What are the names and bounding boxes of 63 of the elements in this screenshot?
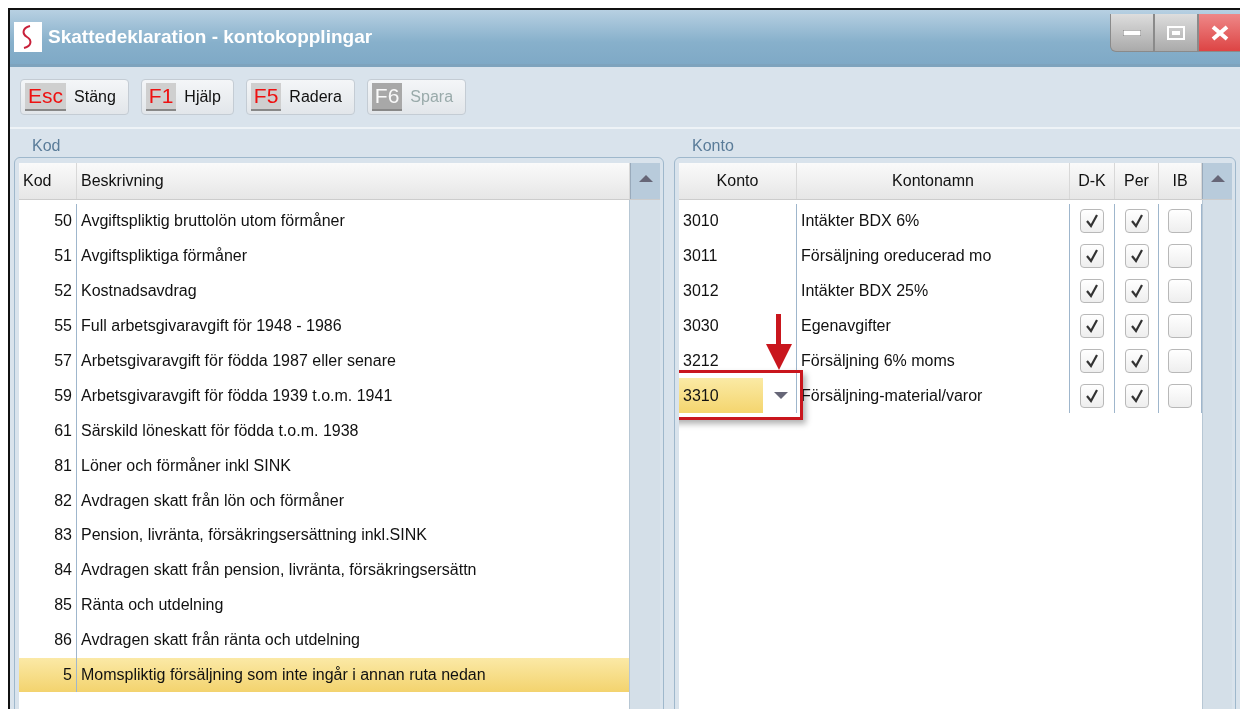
table-cell: 59 [19,378,77,414]
table-row[interactable]: 57 Arbetsgivaravgift för födda 1987 eller senare [19,343,629,379]
table-cell-text: Arbetsgivaravgift för födda 1987 eller senare [80,351,397,371]
table-cell: 5 [19,657,77,693]
column-header[interactable]: D-K [1070,163,1115,199]
table-row[interactable]: 83 Pension, livränta, försäkringsersättning inkl.SINK [19,518,629,553]
column-header[interactable]: Konto [679,163,797,199]
toolbar-button[interactable]: F1 Hjälp [140,79,234,115]
table-cell: Egenavgifter [797,308,1070,344]
table-row[interactable]: 5 Momspliktig försäljning som inte ingår i annan ruta nedan [19,657,629,693]
table-cell-text: Pension, livränta, försäkringsersättning inkl.SINK [80,525,428,546]
table-cell: 3011 [679,238,797,274]
group-title: Konto [692,137,735,156]
table-cell-text: Särskild löneskatt för födda t.o.m. 1938 [80,420,360,441]
table-cell: Intäkter BDX 6% [797,204,1070,239]
table-cell: 55 [19,308,77,344]
toolbar-button[interactable]: Esc Stäng [20,79,129,115]
column-header[interactable]: Per [1115,163,1159,199]
table-cell: 61 [19,413,77,449]
table-cell: 81 [19,448,77,484]
table-cell-text: Momspliktig försäljning som inte ingår i annan ruta nedan [80,665,487,685]
table-row[interactable]: 84 Avdragen skatt från pension, livränta, försäkringsersättn [19,552,629,588]
table-cell: 86 [19,622,77,658]
table-row[interactable]: 85 Ränta och utdelning [19,587,629,623]
table-cell: 50 [19,204,77,239]
account-field[interactable]: 3310 [679,378,763,414]
table-cell: 85 [19,587,77,623]
table-cell: 83 [19,518,77,553]
table-row[interactable]: 86 Avdragen skatt från ränta och utdelning [19,622,629,658]
table-row[interactable]: 59 Arbetsgivaravgift för födda 1939 t.o.m. 1941 [19,378,629,414]
column-header[interactable]: Kod [19,163,77,199]
table-cell-text: Kostnadsavdrag [80,281,198,302]
table-cell: Intäkter BDX 25% [797,273,1070,309]
table-cell-text: Avgiftspliktiga förmåner [80,246,248,267]
table-cell-text: Löner och förmåner inkl SINK [80,455,292,476]
table-cell-text: Avdragen skatt från lön och förmåner [80,490,345,511]
table-cell-text: Ränta och utdelning [80,595,225,616]
table-cell-text: Avgiftspliktig bruttolön utom förmåner [80,211,346,232]
table-row[interactable]: 51 Avgiftspliktiga förmåner [19,238,629,274]
table-cell: Försäljning oreducerad mo [797,238,1070,274]
table-cell: 57 [19,343,77,379]
column-header[interactable]: Kontonamn [797,163,1070,199]
table-cell: 51 [19,238,77,274]
table-cell: 3010 [679,204,797,239]
window-title: Skattedeklaration - kontokopplingar [48,26,373,48]
table-row[interactable]: 82 Avdragen skatt från lön och förmåner [19,483,629,518]
table-row[interactable]: 61 Särskild löneskatt för födda t.o.m. 1938 [19,413,629,449]
table-cell-text: Avdragen skatt från ränta och utdelning [80,630,361,651]
table-cell-text: Avdragen skatt från pension, livränta, försäkringsersättn [80,560,478,581]
table-row[interactable]: 81 Löner och förmåner inkl SINK [19,448,629,484]
table-cell: 82 [19,483,77,518]
table-cell: Försäljning-material/varor [797,378,1070,414]
table-row[interactable]: 55 Full arbetsgivaravgift för 1948 - 1986 [19,308,629,344]
table-row[interactable]: 52 Kostnadsavdrag [19,273,629,309]
table-cell-text: Arbetsgivaravgift för födda 1939 t.o.m. 1941 [80,385,394,406]
table-row[interactable]: 50 Avgiftspliktig bruttolön utom förmåner [19,204,629,239]
table-cell-text: Full arbetsgivaravgift för 1948 - 1986 [80,316,343,337]
table-cell: 3012 [679,273,797,309]
toolbar-button[interactable]: F5 Radera [245,79,355,115]
table-cell: 52 [19,273,77,309]
table-cell: Försäljning 6% moms [797,343,1070,379]
group-title: Kod [32,137,62,156]
table-cell: 84 [19,552,77,588]
